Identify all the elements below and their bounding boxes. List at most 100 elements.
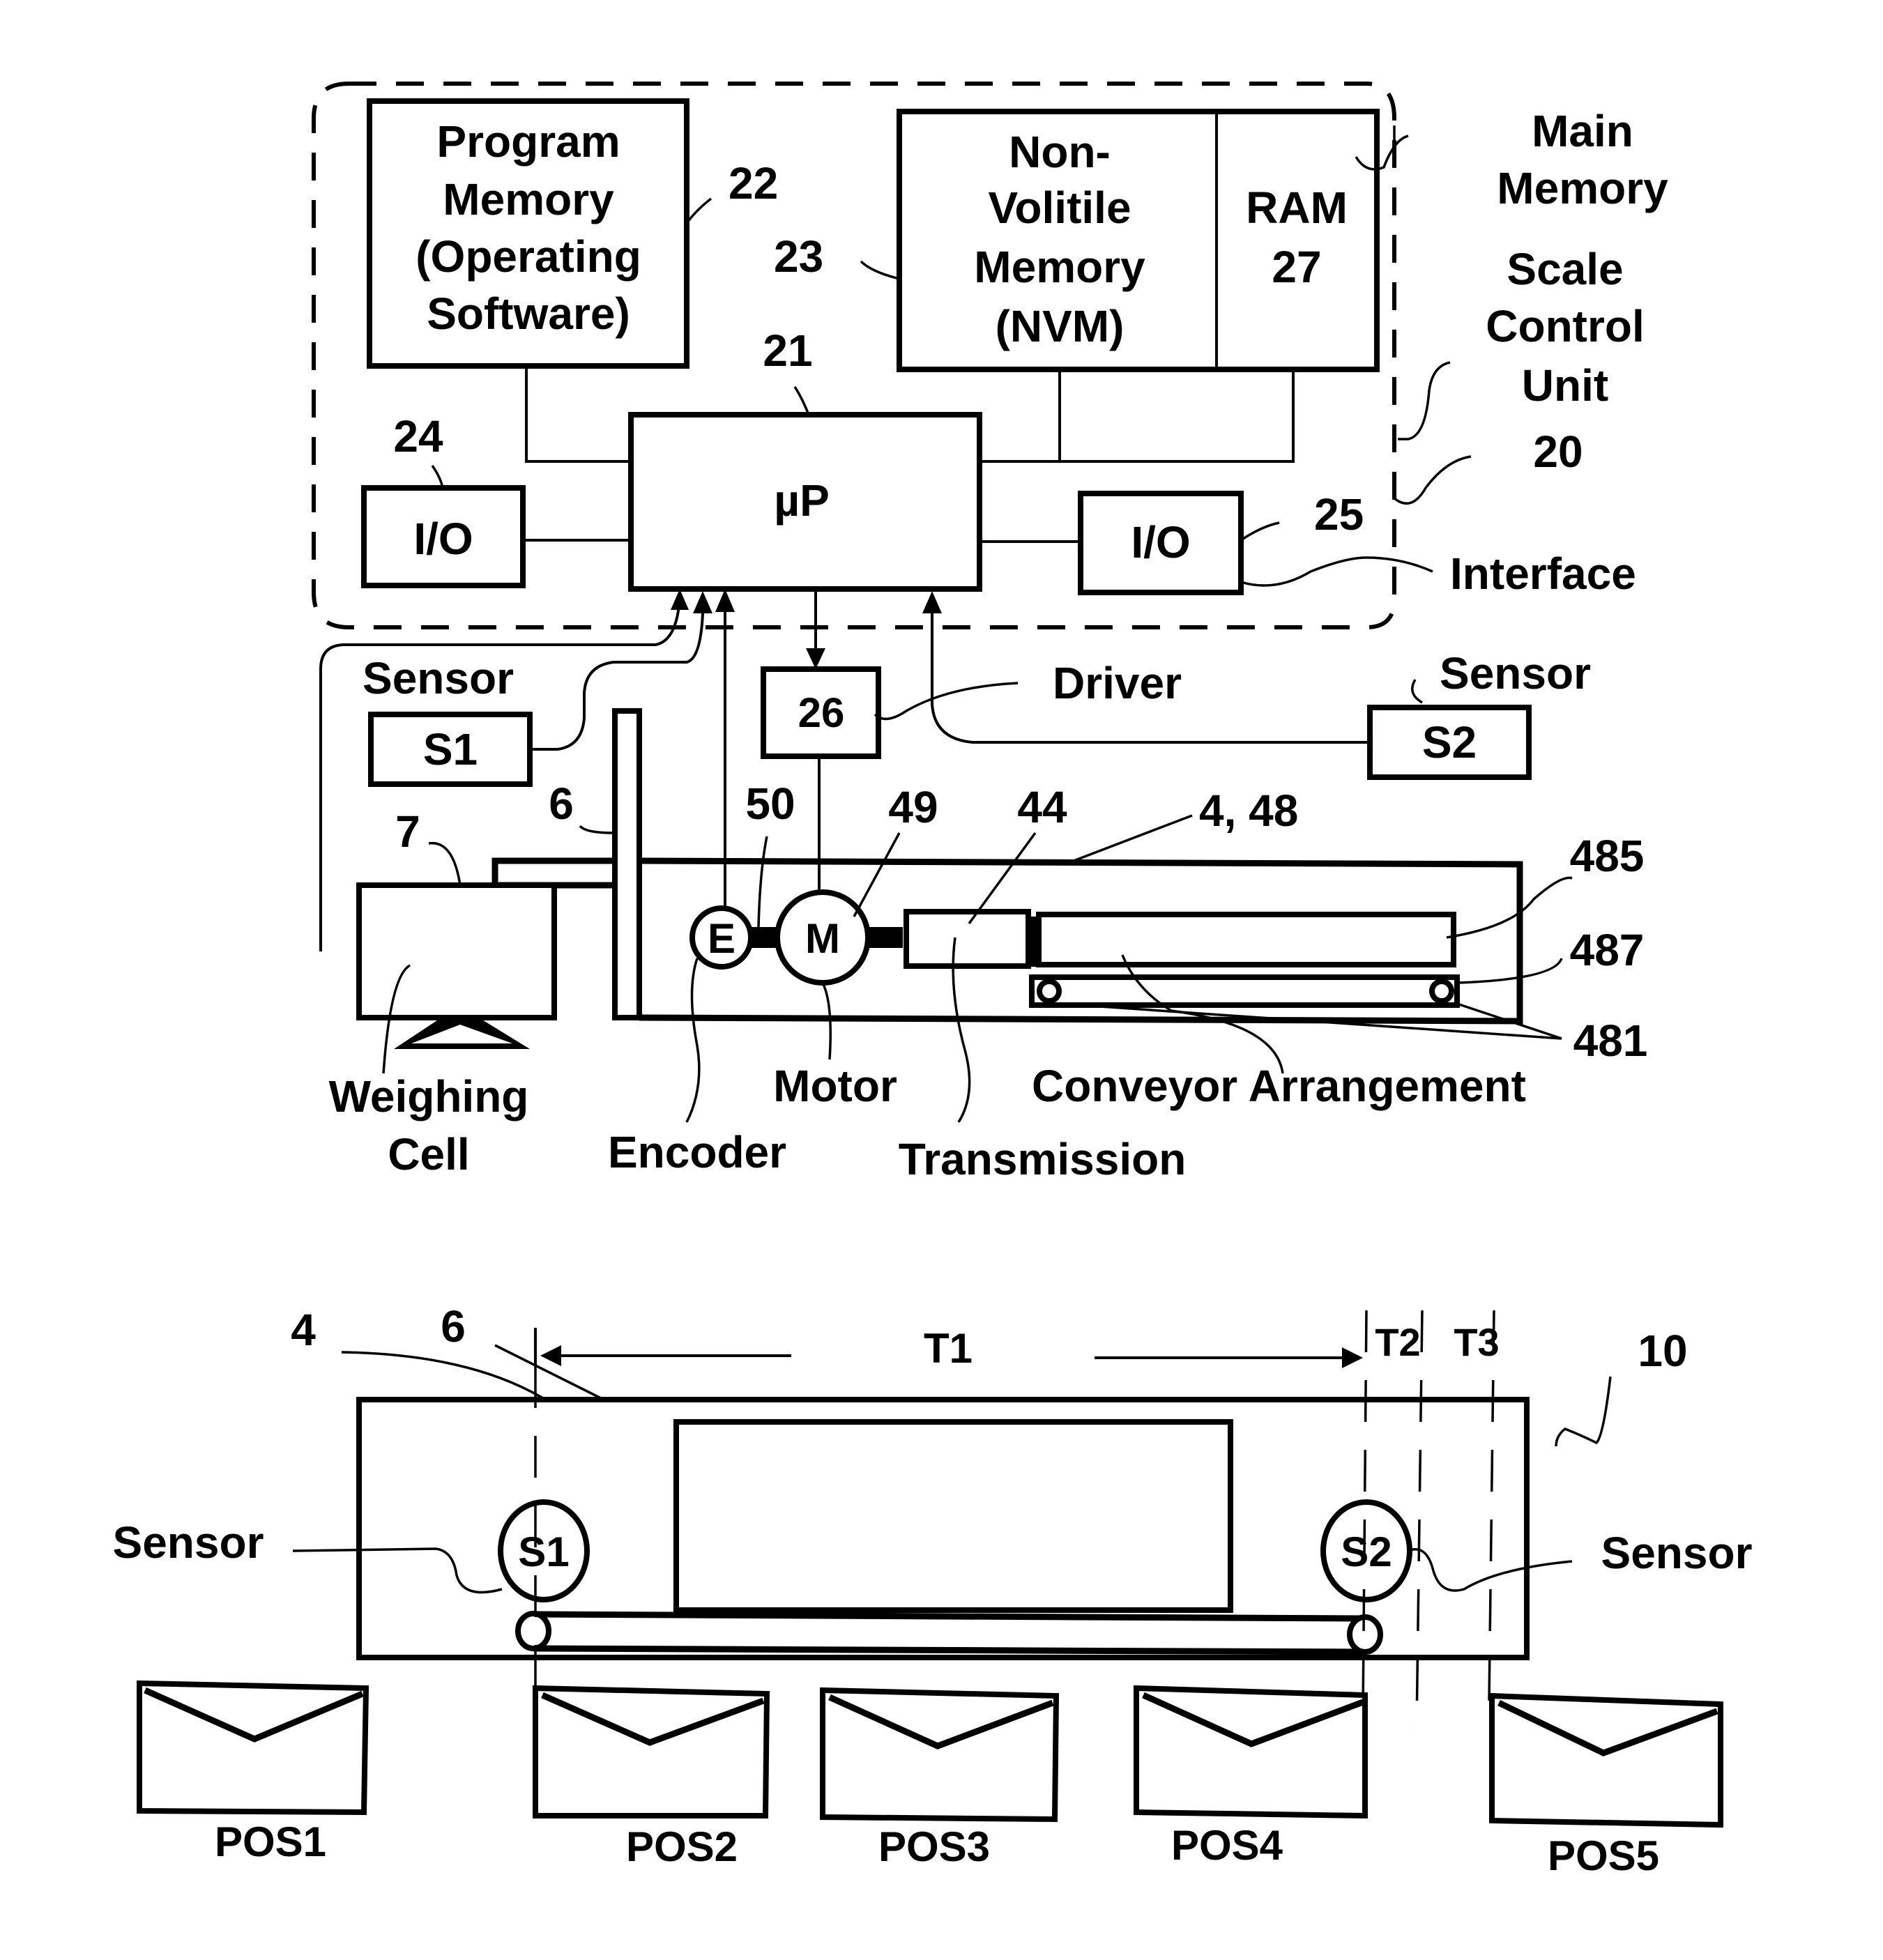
ref-20: 20 [1533,427,1583,477]
position-pos2: POS2 [626,1823,738,1870]
transmission-name: Transmission [899,1134,1187,1184]
weighing-cell-line: Weighing [329,1071,529,1121]
interface-label: Interface [1450,549,1636,599]
program-memory-line: Memory [443,174,614,224]
sensor-s1-label: S1 [423,724,478,774]
ref-21-leader [793,386,810,415]
arrowhead-icon [922,591,942,613]
io-right-label: I/O [1131,517,1190,567]
envelope-pos3 [820,1687,1060,1823]
ref-22-leader [685,197,712,224]
ref-20-leader [1393,455,1472,505]
weighing-cell-arm [491,857,615,885]
ref-24-leader [431,464,444,489]
sensor-s2-bottom-name: Sensor [1601,1528,1753,1578]
main-memory-line: Main [1532,106,1633,156]
ram-label: RAM [1246,183,1348,233]
plate-6 [612,708,642,1020]
roller-icon [1347,1614,1383,1655]
ref-7: 7 [395,806,420,857]
ref-21: 21 [763,326,812,376]
sensor-s2-bottom-label: S2 [1341,1529,1392,1575]
ref-44: 44 [1017,782,1067,832]
ref-23: 23 [774,231,823,282]
arrowhead-icon [540,1345,561,1366]
envelope-pos2 [533,1685,770,1819]
ref-25-leader [1240,521,1280,542]
motor-name: Motor [773,1061,897,1111]
sensor-s1-name: Sensor [363,653,514,703]
ref-6: 6 [549,779,574,829]
arrowhead-icon [671,589,689,610]
ref-481: 481 [1573,1016,1648,1066]
sensor-s2-leader [1411,679,1423,704]
arrowhead-icon [693,591,712,613]
coupling [1028,917,1037,967]
ref-6-bottom: 6 [441,1301,466,1352]
interface-leader [1240,556,1433,587]
ref-487: 487 [1570,925,1645,975]
nvm-line: Volitile [988,183,1131,233]
interval-t2: T2 [1375,1320,1420,1364]
arrowhead-icon [715,589,735,612]
microprocessor-label: µP [774,475,830,526]
driver-ref: 26 [798,689,845,736]
ref-50-leader [757,836,768,928]
io-left-label: I/O [413,514,473,564]
ref-4-48-leader [1073,814,1193,862]
arrowhead-icon [1342,1347,1363,1368]
position-pos5: POS5 [1548,1832,1659,1879]
conveyor-name: Conveyor Arrangement [1032,1061,1526,1111]
belt-bottom [533,1645,1364,1655]
sensor-s2-name: Sensor [1440,648,1591,698]
motor-label: M [805,915,840,962]
interval-t1: T1 [924,1325,973,1372]
ref-25: 25 [1314,489,1364,539]
driver-label: Driver [1053,658,1182,708]
envelope-pos5 [1489,1692,1723,1828]
ram-ref: 27 [1272,242,1321,292]
ref-487-leader [1456,958,1563,984]
belt-top [533,1611,1364,1622]
encoder-leader [685,958,701,1123]
program-memory-line: Program [436,116,620,167]
nvm-line: Non- [1009,127,1111,177]
sensor-s2-label: S2 [1422,717,1477,767]
weighing-cell-line: Cell [388,1129,469,1179]
roller-icon [1037,979,1062,1004]
scale-control-unit-line: Control [1486,301,1645,351]
position-pos4: POS4 [1171,1822,1283,1869]
ref-485-leader [1446,876,1573,939]
roller-icon [1429,979,1454,1004]
motor-shaft [868,927,903,948]
ram-bus [979,369,1295,463]
scale-control-unit-brace [1398,361,1451,441]
ref-49: 49 [888,782,938,832]
ref-485: 485 [1570,831,1645,881]
position-pos3: POS3 [878,1823,990,1870]
ref-24: 24 [393,411,443,461]
ref-4-48: 4, 48 [1199,786,1298,836]
ref-49-leader [853,832,901,917]
scale-control-unit-line: Scale [1507,244,1623,294]
program-memory-block: Program Memory (Operating Software) [367,98,689,369]
envelope-pos4 [1134,1685,1368,1819]
sensor-s1-bottom-name: Sensor [113,1517,264,1568]
nvm-line: (NVM) [996,301,1125,351]
ref-4-bottom: 4 [291,1305,316,1355]
encoder-shaft [751,927,776,948]
program-memory-bus [525,366,631,463]
conveyor-belt-487 [1029,974,1460,1008]
conveyor-plate-485 [1036,912,1456,967]
ref-6-leader [579,825,614,834]
patent-diagram: Program Memory (Operating Software) 22 N… [113,82,1753,1879]
ref-22: 22 [729,158,778,208]
main-memory-block: Non- Volitile Memory (NVM) RAM 27 [897,109,1380,372]
ref-10-leader [1555,1376,1612,1447]
ref-23-leader [860,260,900,280]
nvm-line: Memory [974,242,1145,292]
roller-icon [515,1611,551,1651]
encoder-label: E [708,915,735,962]
sensor-s1-bottom-label: S1 [518,1529,569,1575]
position-pos1: POS1 [215,1819,326,1865]
